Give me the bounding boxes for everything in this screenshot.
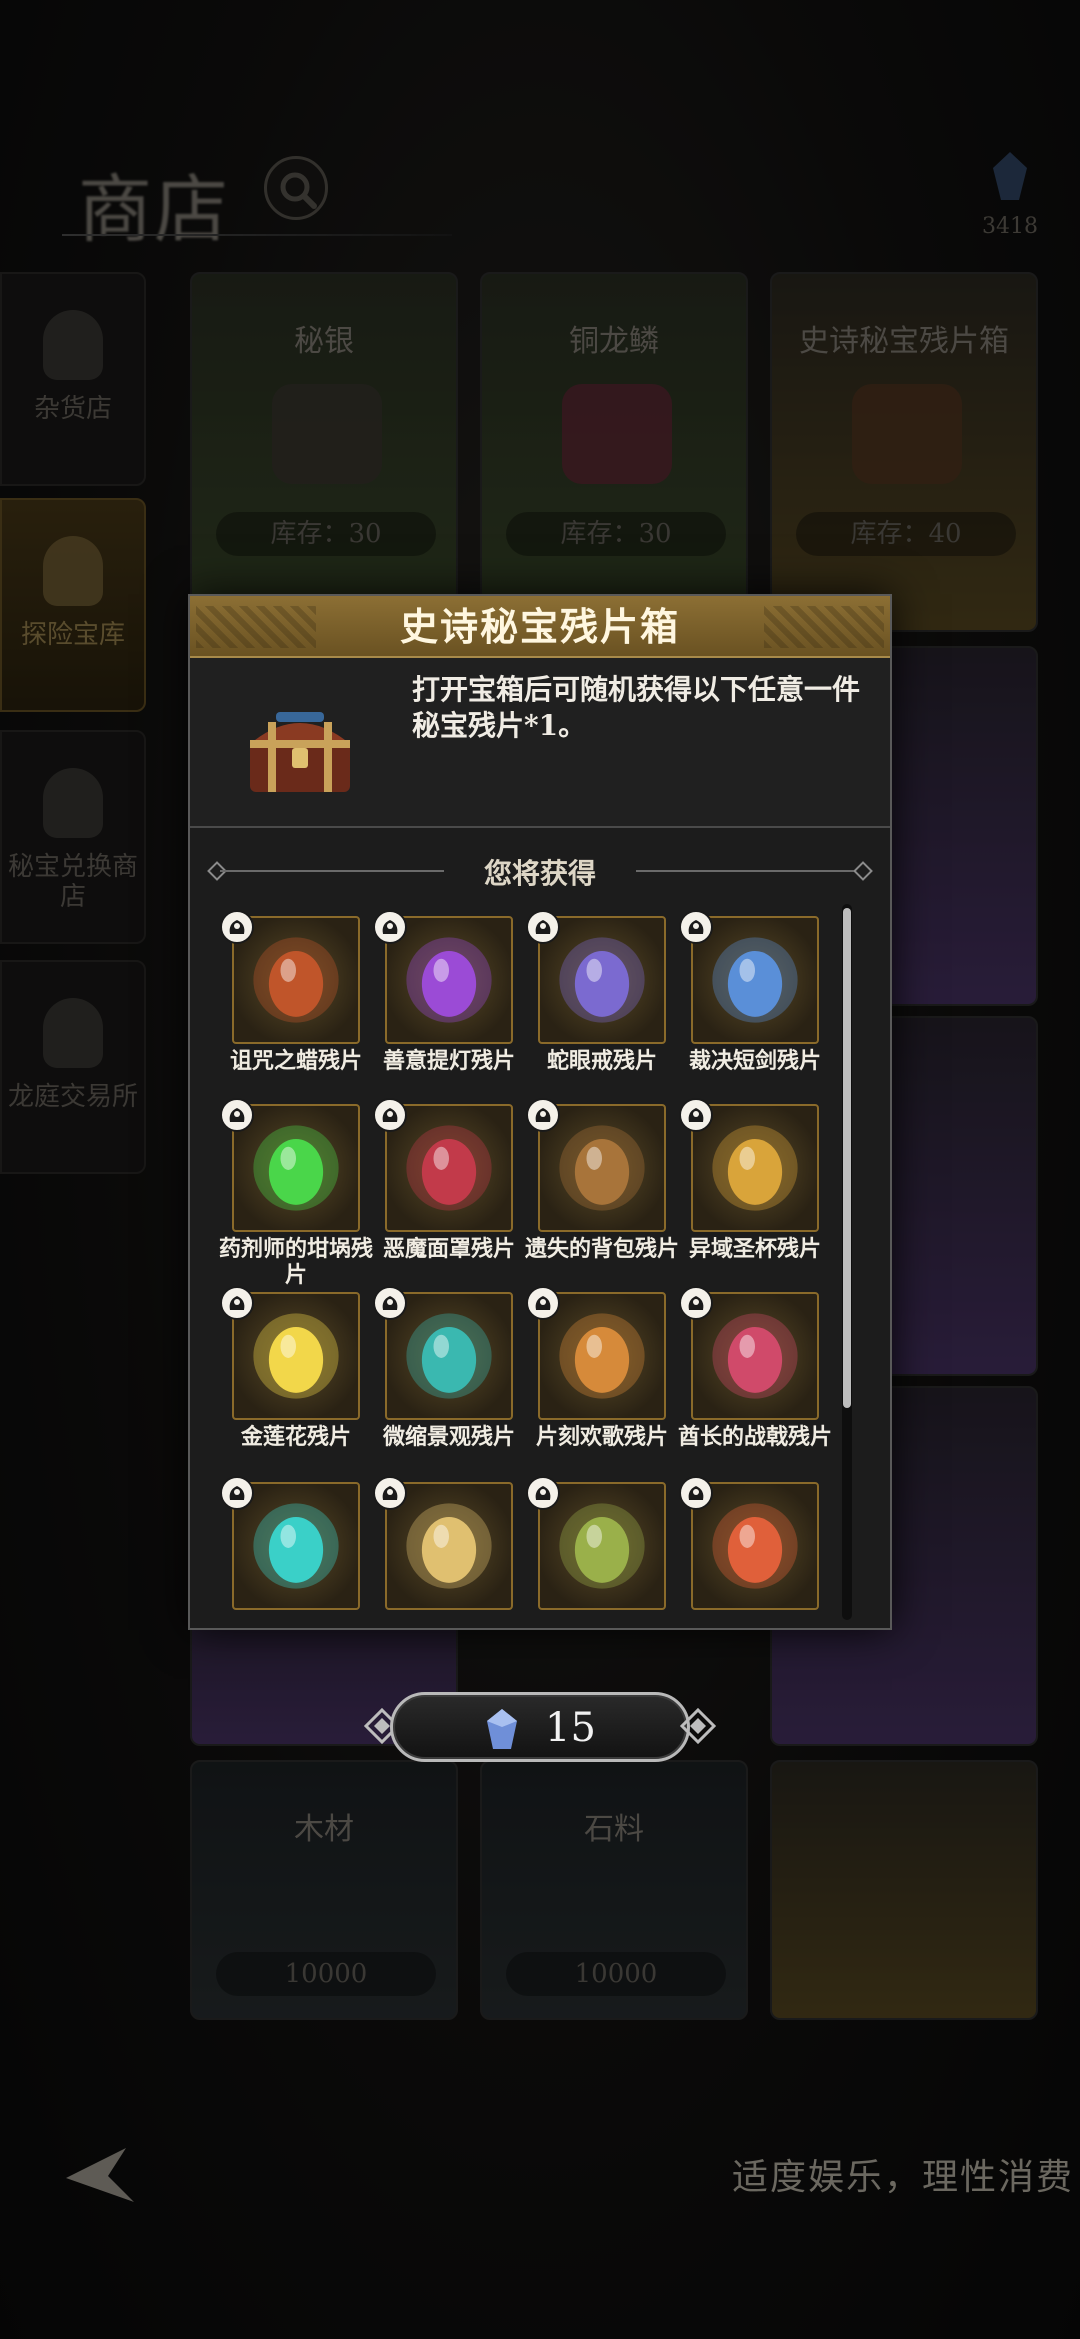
lotus-icon [253,1313,339,1399]
diamond-ornament-icon [680,1708,716,1744]
fragment-badge-icon [679,1476,713,1510]
fragment-badge-icon [373,1286,407,1320]
reward-item-label: 遗失的背包残片 [524,1236,679,1262]
back-icon[interactable] [56,2140,146,2210]
hunter-icon [559,1503,645,1589]
reward-item-label: 诅咒之蜡残片 [229,1048,362,1074]
reward-item-label: 恶魔面罩残片 [382,1236,515,1262]
fragment-badge-icon [526,1098,560,1132]
modal-title: 史诗秘宝残片箱 [190,596,890,658]
reward-item-label: 裁决短剑残片 [688,1048,821,1074]
tapestry-icon [406,1503,492,1589]
fragment-badge-icon [220,1476,254,1510]
reward-item-label: 药剂师的坩埚残片 [218,1236,373,1288]
rewards-scrollbar[interactable] [842,904,852,1620]
modal-description: 打开宝箱后可随机获得以下任意一件秘宝残片*1。 [412,673,861,742]
crystal-icon [487,1709,517,1749]
fragment-badge-icon [220,1098,254,1132]
treasure-chest-icon [250,712,350,792]
warrior-icon [712,1503,798,1589]
cauldron-icon [253,1125,339,1211]
fragment-badge-icon [373,910,407,944]
halberd-icon [712,1313,798,1399]
fragment-badge-icon [373,1098,407,1132]
song-icon [559,1313,645,1399]
fragment-badge-icon [526,910,560,944]
rewards-grid[interactable]: 诅咒之蜡残片 善意提灯残片 蛇眼戒残片 裁决短剑残片药剂师的坩埚残片 恶魔面罩残片 遗失的… [216,908,836,1620]
bracelet-icon [253,1503,339,1589]
fragment-badge-icon [220,910,254,944]
fragment-badge-icon [679,1098,713,1132]
fragment-badge-icon [679,910,713,944]
backpack-icon [559,1125,645,1211]
reward-item-label: 蛇眼戒残片 [546,1048,657,1074]
slogan: 适度娱乐，理性消费 [732,2157,1075,2198]
fragment-badge-icon [220,1286,254,1320]
terrarium-icon [406,1313,492,1399]
rewards-title: 您将获得 [483,857,596,890]
dagger-icon [712,937,798,1023]
item-detail-modal: 史诗秘宝残片箱 打开宝箱后可随机获得以下任意一件秘宝残片*1。 您将获得 诅咒之… [188,594,892,1630]
scrollbar-thumb[interactable] [843,908,851,1408]
reward-item-label: 微缩景观残片 [382,1424,515,1450]
fragment-badge-icon [679,1286,713,1320]
demon-mask-icon [406,1125,492,1211]
reward-item-label: 金莲花残片 [240,1424,351,1450]
reward-item-label: 善意提灯残片 [382,1048,515,1074]
lantern-icon [406,937,492,1023]
fragment-badge-icon [373,1476,407,1510]
snake-eye-ring-icon [559,937,645,1023]
rewards-header: 您将获得 [190,828,890,898]
reward-item-label: 异域圣杯残片 [688,1236,821,1262]
cursed-candle-icon [253,937,339,1023]
buy-button[interactable]: 15 [390,1692,690,1762]
divider-line [636,870,860,872]
fragment-badge-icon [526,1286,560,1320]
modal-intro: 打开宝箱后可随机获得以下任意一件秘宝残片*1。 [190,658,890,828]
reward-item-label: 酋长的战戟残片 [677,1424,832,1450]
price-value: 15 [545,1705,596,1751]
grail-icon [712,1125,798,1211]
reward-item-label: 片刻欢歌残片 [535,1424,668,1450]
fragment-badge-icon [526,1476,560,1510]
